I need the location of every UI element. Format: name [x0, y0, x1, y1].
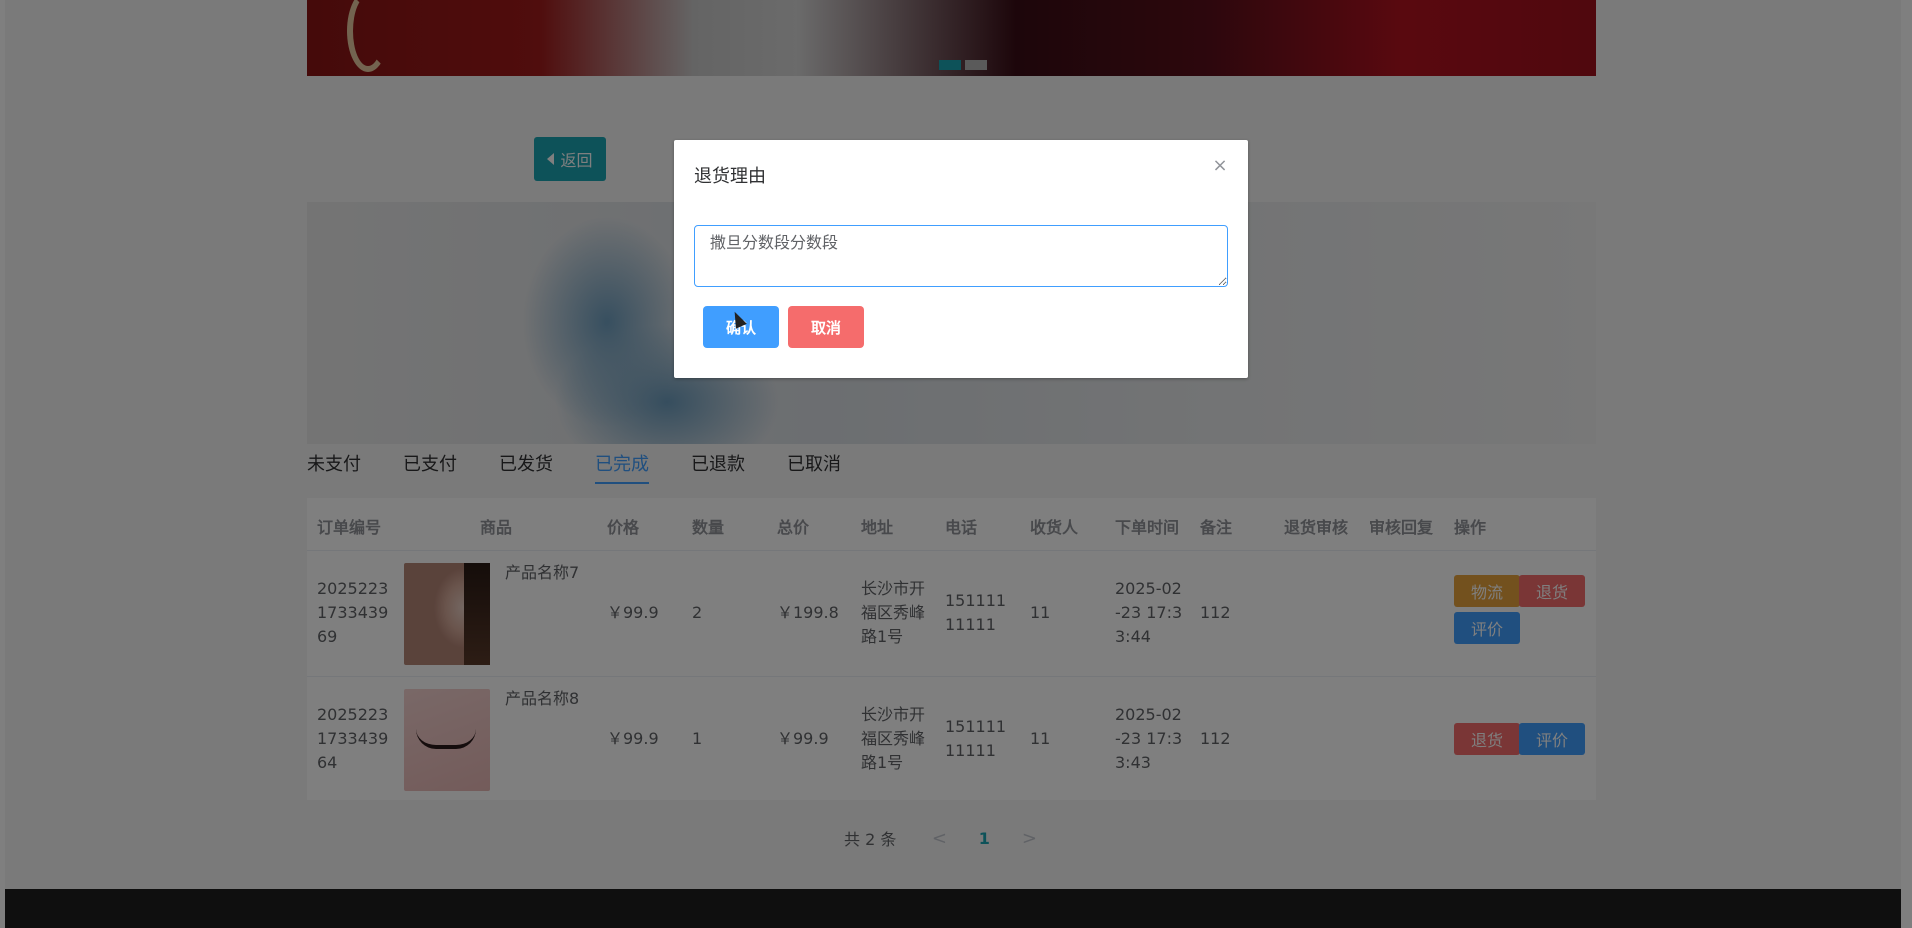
- return-reason-input[interactable]: 撒旦分数段分数段: [694, 225, 1228, 287]
- dialog-title: 退货理由: [694, 166, 766, 187]
- cancel-button[interactable]: 取消: [788, 306, 864, 348]
- return-reason-dialog: 退货理由 × 撒旦分数段分数段 确认 取消: [674, 140, 1248, 378]
- close-icon[interactable]: ×: [1212, 157, 1228, 175]
